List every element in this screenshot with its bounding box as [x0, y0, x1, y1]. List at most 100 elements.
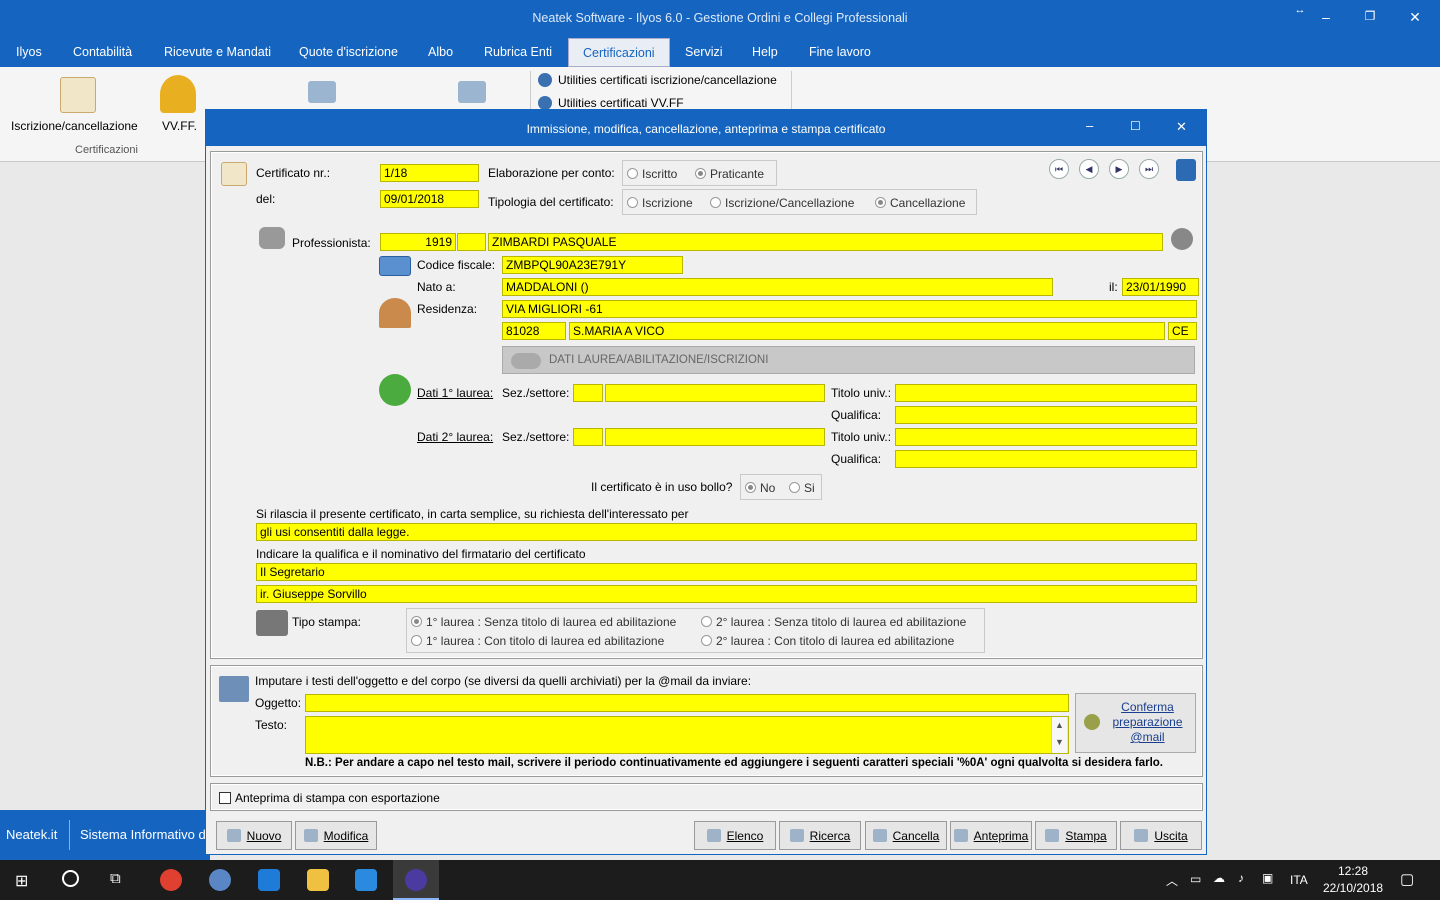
last-record-icon[interactable]: ⏭: [1139, 159, 1159, 179]
via-field[interactable]: VIA MIGLIORI -61: [502, 300, 1197, 318]
titolo-1-field[interactable]: [895, 384, 1197, 402]
minimize-button[interactable]: –: [1316, 9, 1336, 25]
windows-start-icon[interactable]: ⊞: [15, 871, 28, 891]
prof-code2-field[interactable]: [457, 233, 486, 251]
firmatario-qualifica-field[interactable]: Il Segretario: [256, 563, 1197, 581]
firmatario-nome-field[interactable]: ir. Giuseppe Sorvillo: [256, 585, 1197, 603]
volume-icon[interactable]: ♪: [1238, 871, 1244, 885]
oggetto-field[interactable]: [305, 694, 1069, 712]
notifications-icon[interactable]: ▢: [1400, 870, 1414, 888]
prof-name-field[interactable]: ZIMBARDI PASQUALE: [488, 233, 1163, 251]
birthdate-field[interactable]: 23/01/1990: [1122, 278, 1199, 296]
titolo-2-field[interactable]: [895, 428, 1197, 446]
ricerca-button[interactable]: Ricerca: [779, 821, 861, 850]
anteprima-button[interactable]: Anteprima: [950, 821, 1032, 850]
cancella-button[interactable]: Cancella: [865, 821, 947, 850]
radio-stampa-1-con[interactable]: 1° laurea : Con titolo di laurea ed abil…: [411, 634, 664, 648]
dialog-close-button[interactable]: ✕: [1176, 119, 1187, 135]
nuovo-button[interactable]: Nuovo: [216, 821, 292, 850]
certificate-icon[interactable]: [60, 77, 96, 113]
ribbon-vvff-button[interactable]: VV.FF.: [162, 119, 197, 133]
firefighters-icon[interactable]: [160, 75, 196, 113]
printer-icon[interactable]: [308, 81, 336, 103]
dialog-maximize-button[interactable]: ☐: [1130, 119, 1141, 133]
printer-icon[interactable]: [458, 81, 486, 103]
dialog-minimize-button[interactable]: –: [1086, 118, 1093, 133]
next-record-icon[interactable]: ▶: [1109, 159, 1129, 179]
anteprima-checkbox[interactable]: Anteprima di stampa con esportazione: [219, 791, 440, 805]
sez-1-label: Sez./settore:: [502, 386, 570, 400]
nato-field[interactable]: MADDALONI (): [502, 278, 1053, 296]
settore-1-field[interactable]: [605, 384, 825, 402]
clock-date[interactable]: 22/10/2018: [1323, 881, 1383, 895]
resize-icon[interactable]: ↔: [1290, 4, 1310, 16]
network-icon[interactable]: ▣: [1262, 871, 1273, 885]
utilities-iscrizione-link[interactable]: Utilities certificati iscrizione/cancell…: [538, 73, 777, 87]
button-label: Cancella: [892, 829, 940, 843]
testo-scrollbar[interactable]: ▲ ▼: [1051, 717, 1067, 753]
elenco-button[interactable]: Elenco: [694, 821, 776, 850]
cert-date-field[interactable]: 09/01/2018: [380, 190, 479, 208]
menu-certificazioni[interactable]: Certificazioni: [568, 38, 670, 67]
sez-1-field[interactable]: [573, 384, 603, 402]
stampa-button[interactable]: Stampa: [1035, 821, 1117, 850]
teamviewer-icon[interactable]: [355, 869, 377, 891]
uscita-button[interactable]: Uscita: [1120, 821, 1202, 850]
radio-bollo-no[interactable]: No: [745, 481, 775, 495]
utilities-vvff-link[interactable]: Utilities certificati VV.FF: [538, 96, 684, 110]
list-icon: [706, 829, 721, 842]
confirm-mail-button[interactable]: Conferma preparazione @mail: [1075, 693, 1196, 753]
cap-field[interactable]: 81028: [502, 322, 566, 340]
folder-icon[interactable]: [307, 869, 329, 891]
prof-code-field[interactable]: 1919: [380, 233, 456, 251]
menu-albo[interactable]: Albo: [428, 45, 453, 59]
radio-bollo-si[interactable]: Si: [789, 481, 815, 495]
cert-nr-field[interactable]: 1/18: [380, 164, 479, 182]
refresh-icon[interactable]: [1171, 228, 1193, 250]
radio-iscrizione[interactable]: Iscrizione: [627, 196, 693, 210]
language-indicator[interactable]: ITA: [1290, 873, 1308, 887]
testo-textarea[interactable]: [305, 716, 1069, 754]
edge-icon[interactable]: [258, 869, 280, 891]
first-record-icon[interactable]: ⏮: [1049, 159, 1069, 179]
radio-iscrizione-cancellazione[interactable]: Iscrizione/Cancellazione: [710, 196, 854, 210]
tray-chevron-icon[interactable]: ︿: [1166, 872, 1178, 889]
qualifica-2-field[interactable]: [895, 450, 1197, 468]
cloud-icon[interactable]: ☁: [1213, 871, 1225, 885]
menu-help[interactable]: Help: [752, 45, 778, 59]
prev-record-icon[interactable]: ◀: [1079, 159, 1099, 179]
search-icon[interactable]: [62, 870, 79, 887]
menu-rubrica[interactable]: Rubrica Enti: [484, 45, 552, 59]
ribbon-iscrizione-button[interactable]: Iscrizione/cancellazione: [11, 119, 138, 133]
restore-button[interactable]: ❐: [1360, 9, 1380, 23]
citta-field[interactable]: S.MARIA A VICO: [569, 322, 1165, 340]
help-icon[interactable]: [1176, 159, 1196, 181]
menu-fine-lavoro[interactable]: Fine lavoro: [809, 45, 871, 59]
prov-field[interactable]: CE: [1168, 322, 1197, 340]
menu-ricevute[interactable]: Ricevute e Mandati: [164, 45, 271, 59]
cf-field[interactable]: ZMBPQL90A23E791Y: [502, 256, 683, 274]
radio-stampa-2-senza[interactable]: 2° laurea : Senza titolo di laurea ed ab…: [701, 615, 966, 629]
sez-2-field[interactable]: [573, 428, 603, 446]
modifica-button[interactable]: Modifica: [295, 821, 377, 850]
settore-2-field[interactable]: [605, 428, 825, 446]
menu-contabilita[interactable]: Contabilità: [73, 45, 132, 59]
app-icon[interactable]: [209, 869, 231, 891]
close-button[interactable]: ✕: [1405, 9, 1425, 26]
radio-iscritto[interactable]: Iscritto: [627, 167, 677, 181]
dati-1-laurea-link[interactable]: Dati 1° laurea:: [417, 386, 493, 400]
radio-stampa-2-con[interactable]: 2° laurea : Con titolo di laurea ed abil…: [701, 634, 954, 648]
menu-servizi[interactable]: Servizi: [685, 45, 723, 59]
task-view-icon[interactable]: ⧉: [110, 870, 121, 887]
chrome-icon[interactable]: [160, 869, 182, 891]
active-app-tab[interactable]: [393, 860, 439, 900]
radio-praticante[interactable]: Praticante: [695, 167, 764, 181]
rilascia-field[interactable]: gli usi consentiti dalla legge.: [256, 523, 1197, 541]
radio-stampa-1-senza[interactable]: 1° laurea : Senza titolo di laurea ed ab…: [411, 615, 676, 629]
menu-quote[interactable]: Quote d'iscrizione: [299, 45, 398, 59]
dati-2-laurea-link[interactable]: Dati 2° laurea:: [417, 430, 493, 444]
qualifica-1-field[interactable]: [895, 406, 1197, 424]
menu-ilyos[interactable]: Ilyos: [16, 45, 42, 59]
clock-time[interactable]: 12:28: [1338, 864, 1368, 878]
radio-cancellazione[interactable]: Cancellazione: [875, 196, 965, 210]
